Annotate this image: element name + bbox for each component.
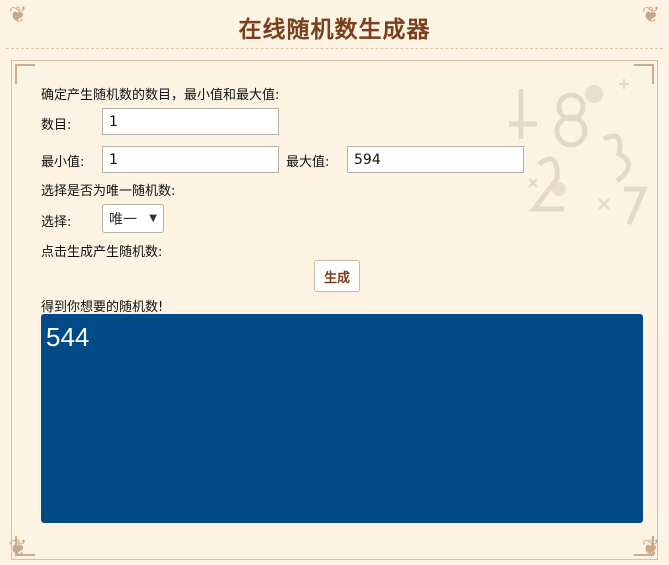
panel-corner-ornament-icon [15,64,35,84]
min-input[interactable] [102,146,279,173]
result-label: 得到你想要的随机数! [41,300,164,315]
title-divider [6,48,663,49]
max-input[interactable] [347,146,524,173]
corner-ornament-icon: ❦ [641,536,661,561]
unique-prompt: 选择是否为唯一随机数: [41,184,176,199]
unique-select[interactable]: 唯一 ▼ [102,204,164,233]
select-label: 选择: [41,215,72,230]
count-label: 数目: [41,118,72,133]
min-label: 最小值: [41,155,85,170]
generate-button[interactable]: 生成 [314,260,360,292]
page-title: 在线随机数生成器 [238,17,431,43]
unique-select-value: 唯一 [109,211,137,228]
result-value: 544 [46,322,90,352]
chevron-down-icon: ▼ [149,213,157,224]
result-box: 544 [41,314,643,523]
page-root: ❦ ❦ 在线随机数生成器 确定产生随机数的数目，最小值和最大值: 数目: 1 最… [0,0,669,565]
intro-text: 确定产生随机数的数目，最小值和最大值: [41,88,280,103]
max-label: 最大值: [286,155,330,170]
generate-prompt: 点击生成产生随机数: [41,245,163,260]
corner-ornament-icon: ❦ [8,536,28,561]
count-input[interactable] [102,108,279,135]
